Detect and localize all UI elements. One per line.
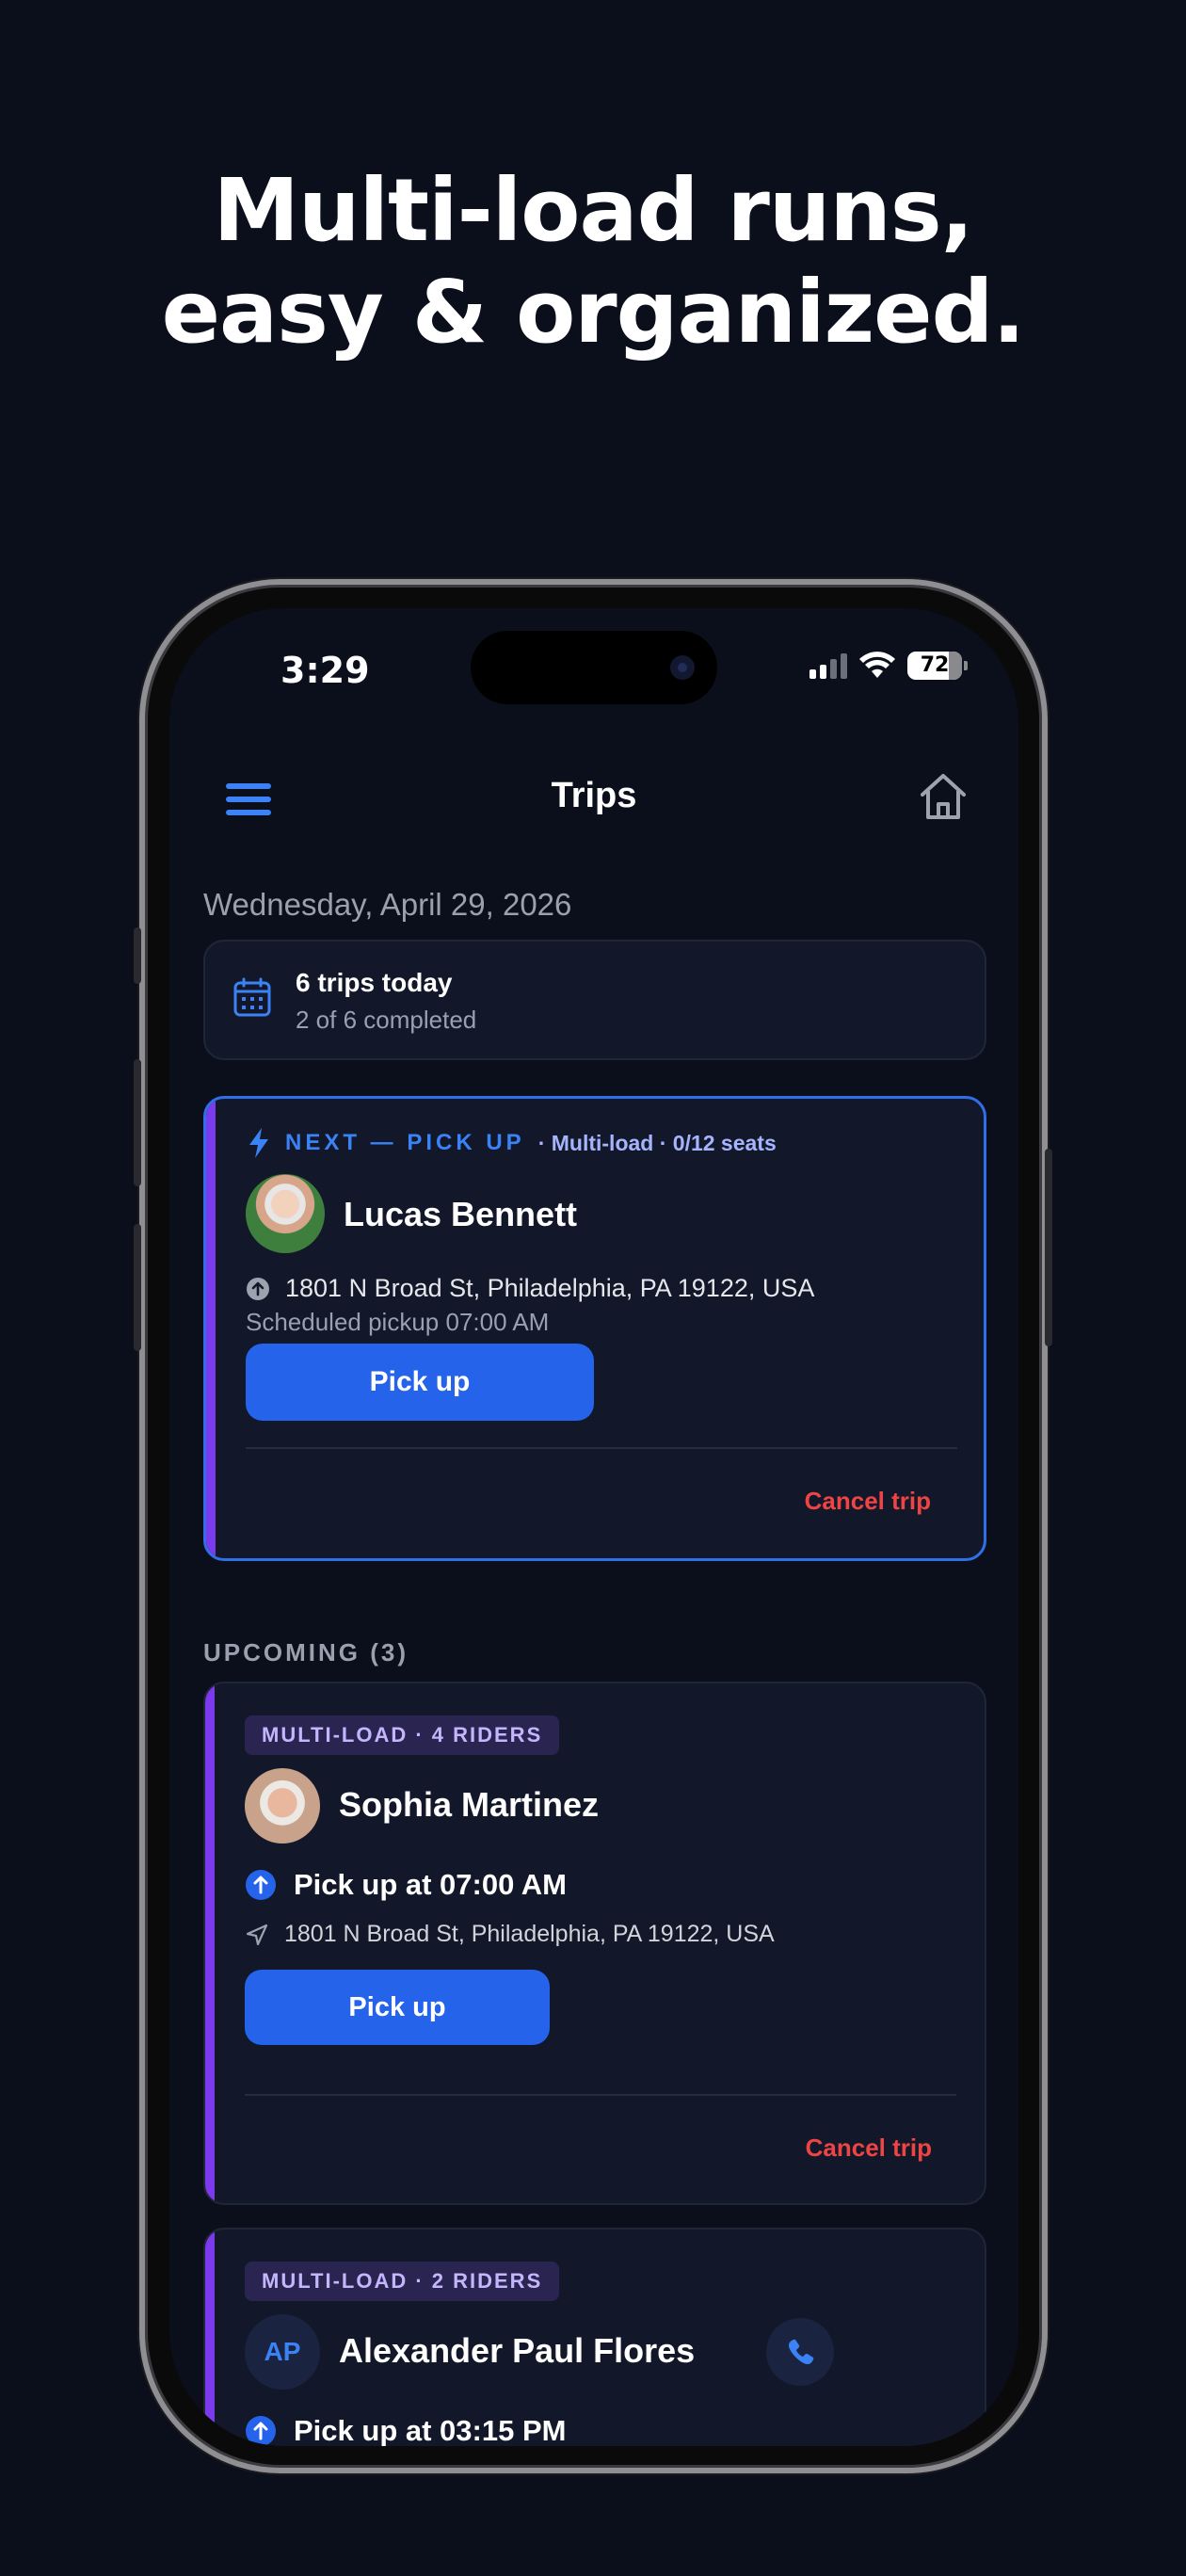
- pick-up-button[interactable]: Pick up: [246, 1344, 594, 1421]
- avatar: [246, 1174, 325, 1253]
- scheduled-pickup: Scheduled pickup 07:00 AM: [246, 1308, 550, 1336]
- card-accent-bar: [205, 1683, 215, 2203]
- rider-name: Sophia Martinez: [339, 1785, 600, 1824]
- summary-title: 6 trips today: [296, 968, 453, 997]
- page-title: Trips: [551, 776, 637, 815]
- marketing-headline: Multi-load runs, easy & organized.: [0, 160, 1186, 363]
- card-accent-bar: [205, 2230, 215, 2446]
- arrow-up-circle-icon: [246, 2416, 276, 2446]
- multi-load-badge: MULTI-LOAD · 2 RIDERS: [245, 2262, 560, 2301]
- pick-up-button[interactable]: Pick up: [245, 1970, 550, 2045]
- pickup-address: 1801 N Broad St, Philadelphia, PA 19122,…: [245, 1921, 775, 1948]
- cancel-trip-button[interactable]: Cancel trip: [805, 1487, 931, 1516]
- calendar-icon: [233, 977, 271, 1017]
- pickup-address: 1801 N Broad St, Philadelphia, PA 19122,…: [246, 1274, 814, 1303]
- status-time: 3:29: [280, 650, 370, 691]
- multi-load-badge: MULTI-LOAD · 4 RIDERS: [245, 1715, 560, 1755]
- phone-volume-down-button: [134, 1224, 141, 1351]
- battery-icon: 72: [907, 652, 968, 680]
- navigation-arrow-icon: [246, 1924, 268, 1945]
- phone-icon: [788, 2339, 814, 2365]
- battery-level: 72: [920, 653, 950, 677]
- status-icons: 72: [809, 652, 968, 680]
- phone-volume-up-button: [134, 1059, 141, 1186]
- divider: [246, 1447, 957, 1449]
- summary-subtitle: 2 of 6 completed: [296, 1006, 477, 1034]
- next-pickup-label: NEXT — PICK UP: [285, 1130, 525, 1155]
- phone-screen: 3:29 72 Trips Wednesday, April 29, 2026: [169, 608, 1018, 2446]
- upcoming-section-label: UPCOMING (3): [203, 1638, 409, 1666]
- avatar-initials: AP: [245, 2314, 320, 2390]
- home-icon[interactable]: [915, 768, 971, 825]
- arrow-up-circle-icon: [246, 1870, 276, 1900]
- top-nav: Trips: [169, 768, 1018, 834]
- divider: [245, 2094, 956, 2096]
- next-trip-meta: · Multi-load · 0/12 seats: [537, 1130, 777, 1155]
- pickup-address-text: 1801 N Broad St, Philadelphia, PA 19122,…: [285, 1274, 815, 1302]
- headline-line-1: Multi-load runs,: [213, 160, 973, 261]
- phone-power-button: [1045, 1149, 1052, 1346]
- pickup-time-row: Pick up at 03:15 PM: [245, 2414, 566, 2446]
- trip-card[interactable]: MULTI-LOAD · 4 RIDERS Sophia Martinez Pi…: [203, 1682, 986, 2205]
- current-date: Wednesday, April 29, 2026: [203, 887, 572, 922]
- next-trip-label: NEXT — PICK UP · Multi-load · 0/12 seats: [246, 1127, 777, 1159]
- wifi-icon: [859, 652, 895, 678]
- trip-card[interactable]: MULTI-LOAD · 2 RIDERS AP Alexander Paul …: [203, 2228, 986, 2446]
- call-button[interactable]: [766, 2318, 834, 2386]
- card-accent-bar: [206, 1099, 216, 1558]
- arrow-up-circle-icon: [247, 1277, 269, 1300]
- cancel-trip-button[interactable]: Cancel trip: [806, 2133, 932, 2163]
- rider-name: Lucas Bennett: [344, 1195, 578, 1233]
- phone-action-button: [134, 927, 141, 984]
- cellular-signal-icon: [809, 652, 847, 679]
- rider-name: Alexander Paul Flores: [339, 2331, 696, 2370]
- avatar: [245, 1768, 320, 1843]
- lightning-bolt-icon: [249, 1128, 268, 1158]
- pickup-time: Pick up at 07:00 AM: [294, 1868, 568, 1901]
- pickup-time-row: Pick up at 07:00 AM: [245, 1868, 567, 1902]
- trips-summary-card: 6 trips today 2 of 6 completed: [203, 940, 986, 1060]
- next-trip-card[interactable]: NEXT — PICK UP · Multi-load · 0/12 seats…: [203, 1096, 986, 1561]
- pickup-address-text: 1801 N Broad St, Philadelphia, PA 19122,…: [284, 1921, 775, 1947]
- pickup-time: Pick up at 03:15 PM: [294, 2414, 567, 2446]
- dynamic-island: [471, 631, 717, 704]
- headline-line-2: easy & organized.: [161, 262, 1026, 362]
